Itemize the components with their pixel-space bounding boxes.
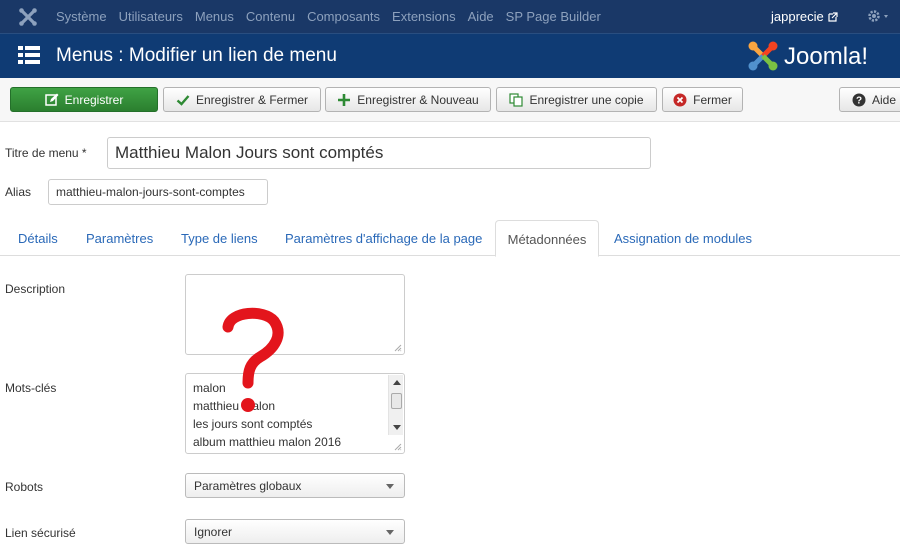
save-close-label: Enregistrer & Fermer — [195, 92, 309, 107]
help-icon: ? — [852, 93, 866, 106]
scroll-down-arrow-icon[interactable] — [393, 425, 401, 430]
chevron-down-icon — [386, 530, 394, 535]
menu-aide[interactable]: Aide — [468, 9, 494, 24]
tab-parametres-affichage[interactable]: Paramètres d'affichage de la page — [285, 220, 482, 256]
checkmark-icon — [176, 94, 190, 106]
scrollbar-thumb[interactable] — [391, 393, 402, 409]
close-circle-icon — [673, 93, 687, 106]
save-copy-button[interactable]: Enregistrer une copie — [496, 87, 657, 112]
edit-icon — [44, 93, 59, 106]
save-button-label: Enregistrer — [64, 92, 124, 107]
robots-select[interactable]: Paramètres globaux — [185, 473, 405, 498]
save-close-button[interactable]: Enregistrer & Fermer — [163, 87, 321, 112]
tab-metadonnees[interactable]: Métadonnées — [495, 220, 599, 257]
joomla-brand-logo: Joomla! — [748, 41, 868, 71]
close-button[interactable]: Fermer — [662, 87, 743, 112]
save-button[interactable]: Enregistrer — [10, 87, 158, 112]
site-link[interactable]: japprecie — [771, 9, 838, 24]
site-name: japprecie — [771, 9, 824, 24]
robots-label: Robots — [5, 480, 44, 494]
edit-tabs: Détails Paramètres Type de liens Paramèt… — [0, 220, 900, 257]
resize-grip-icon[interactable] — [394, 443, 402, 451]
alias-input[interactable] — [48, 179, 268, 205]
tab-type-de-liens[interactable]: Type de liens — [181, 220, 258, 256]
svg-text:Joomla!: Joomla! — [784, 43, 868, 70]
menu-contenu[interactable]: Contenu — [246, 9, 295, 24]
menu-menus[interactable]: Menus — [195, 9, 234, 24]
resize-grip-icon[interactable] — [394, 344, 402, 352]
scroll-up-arrow-icon[interactable] — [393, 380, 401, 385]
tab-assignation-modules[interactable]: Assignation de modules — [614, 220, 752, 256]
tab-details[interactable]: Détails — [18, 220, 58, 256]
robots-selected-value: Paramètres globaux — [194, 479, 302, 493]
question-mark-annotation — [222, 307, 284, 412]
page-title: Menus : Modifier un lien de menu — [56, 45, 337, 66]
admin-main-menu: Système Utilisateurs Menus Contenu Compo… — [56, 9, 613, 24]
help-label: Aide — [871, 92, 897, 107]
menu-composants[interactable]: Composants — [307, 9, 380, 24]
admin-top-menu-bar: Système Utilisateurs Menus Contenu Compo… — [0, 0, 900, 33]
chevron-down-icon — [386, 484, 394, 489]
alias-label: Alias — [5, 185, 32, 199]
description-label: Description — [5, 282, 66, 296]
menu-list-icon — [18, 46, 40, 64]
save-copy-label: Enregistrer une copie — [529, 92, 644, 107]
help-button[interactable]: ? Aide — [839, 87, 900, 112]
tab-parametres[interactable]: Paramètres — [86, 220, 153, 256]
menu-systeme[interactable]: Système — [56, 9, 107, 24]
action-toolbar: Enregistrer Enregistrer & Fermer Enregis… — [0, 78, 900, 122]
menu-title-label: Titre de menu * — [5, 146, 87, 160]
gear-icon[interactable] — [867, 8, 891, 26]
close-label: Fermer — [693, 92, 732, 107]
save-new-button[interactable]: Enregistrer & Nouveau — [325, 87, 491, 112]
external-link-icon — [828, 11, 838, 22]
secure-link-selected-value: Ignorer — [194, 525, 233, 539]
copy-icon — [509, 92, 524, 107]
page-header: Menus : Modifier un lien de menu Joomla! — [0, 33, 900, 78]
plus-icon — [338, 93, 351, 106]
keyword-line: album matthieu malon 2016 — [193, 435, 342, 449]
secure-link-label: Lien sécurisé — [5, 526, 76, 540]
menu-sp-page-builder[interactable]: SP Page Builder — [506, 9, 601, 24]
save-new-label: Enregistrer & Nouveau — [357, 92, 479, 107]
menu-utilisateurs[interactable]: Utilisateurs — [119, 9, 183, 24]
menu-title-input[interactable] — [107, 137, 651, 169]
svg-text:?: ? — [856, 95, 862, 106]
secure-link-select[interactable]: Ignorer — [185, 519, 405, 544]
joomla-logo-icon[interactable] — [18, 7, 38, 27]
menu-extensions[interactable]: Extensions — [392, 9, 456, 24]
keywords-label: Mots-clés — [5, 381, 57, 395]
keywords-scrollbar[interactable] — [388, 375, 403, 435]
